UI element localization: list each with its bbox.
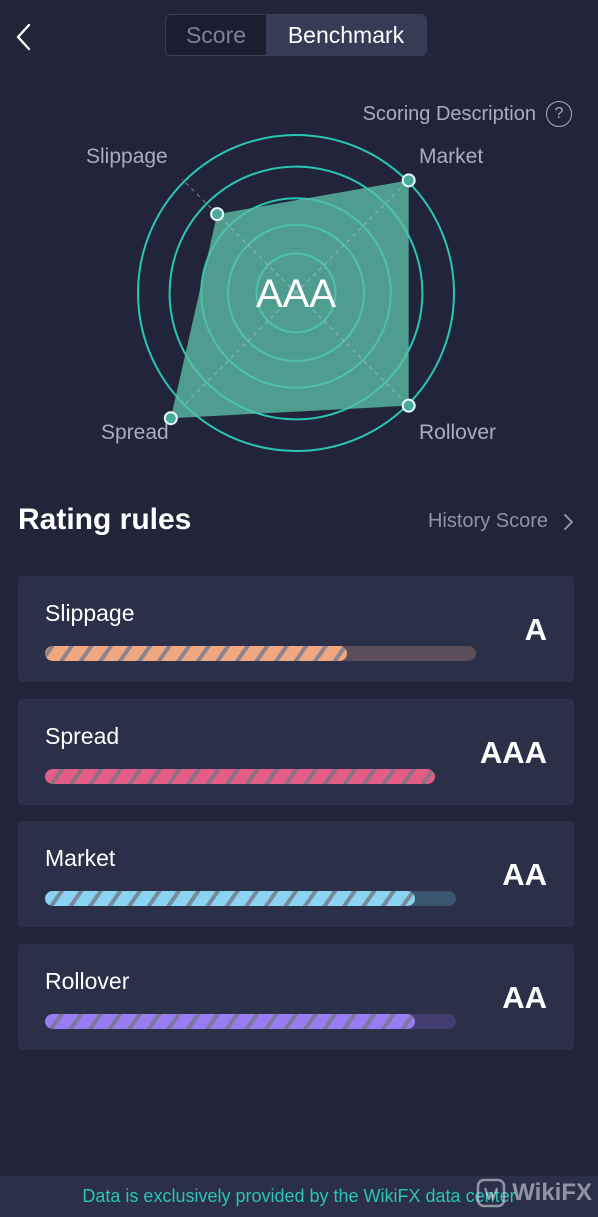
rating-progress-track (45, 891, 456, 906)
rating-card-grade: A (524, 612, 547, 647)
rating-card-slippage: Slippage A (18, 576, 574, 682)
scoring-description-label: Scoring Description (362, 102, 536, 125)
rating-card-grade: AA (502, 857, 547, 892)
history-score-link[interactable]: History Score (428, 510, 574, 533)
tab-benchmark[interactable]: Benchmark (266, 15, 426, 55)
back-button[interactable] (8, 20, 42, 54)
radar-svg: AAA (137, 134, 455, 452)
footer-text: Data is exclusively provided by the Wiki… (82, 1186, 516, 1206)
radar-chart: AAA Slippage Market Rollover Spread (0, 130, 598, 460)
rating-card-label: Market (45, 845, 116, 871)
radar-point-slippage (210, 207, 225, 222)
wikifx-logo-icon (476, 1178, 506, 1208)
radar-point-rollover (401, 398, 416, 413)
chevron-right-icon (564, 513, 573, 530)
rating-progress-track (45, 1014, 456, 1029)
tab-score[interactable]: Score (166, 15, 266, 55)
rating-progress-fill (45, 891, 415, 906)
benchmark-screen: Score Benchmark Scoring Description ? AA… (0, 0, 598, 1217)
watermark-text: WikiFX (512, 1179, 592, 1206)
rating-rules-title: Rating rules (18, 503, 192, 536)
radar-axis-label-market: Market (419, 145, 484, 168)
rating-progress-track (45, 769, 435, 784)
rating-card-label: Spread (45, 723, 120, 749)
rating-card-market: Market AA (18, 821, 574, 927)
rating-card-grade: AA (502, 980, 547, 1015)
history-score-label: History Score (427, 510, 548, 532)
view-tabs: Score Benchmark (165, 14, 427, 56)
rating-card-label: Slippage (45, 600, 135, 626)
radar-axis-label-spread: Spread (101, 421, 169, 444)
rating-progress-fill (45, 646, 347, 661)
chevron-left-icon (16, 23, 31, 51)
rating-card-label: Rollover (45, 968, 130, 994)
radar-point-market (401, 173, 416, 188)
rating-card-rollover: Rollover AA (18, 944, 574, 1050)
radar-center-grade: AAA (256, 272, 336, 316)
rating-card-grade: AAA (479, 735, 547, 770)
radar-axis-label-slippage: Slippage (86, 145, 168, 168)
rating-progress-track (45, 646, 476, 661)
scoring-description-link[interactable]: Scoring Description ? (363, 100, 572, 128)
rating-progress-fill (45, 769, 435, 784)
rating-card-spread: Spread AAA (18, 699, 574, 805)
rating-progress-fill (45, 1014, 415, 1029)
wikifx-watermark: WikiFX (476, 1178, 592, 1208)
radar-axis-label-rollover: Rollover (419, 421, 497, 444)
question-circle-icon: ? (546, 101, 572, 127)
